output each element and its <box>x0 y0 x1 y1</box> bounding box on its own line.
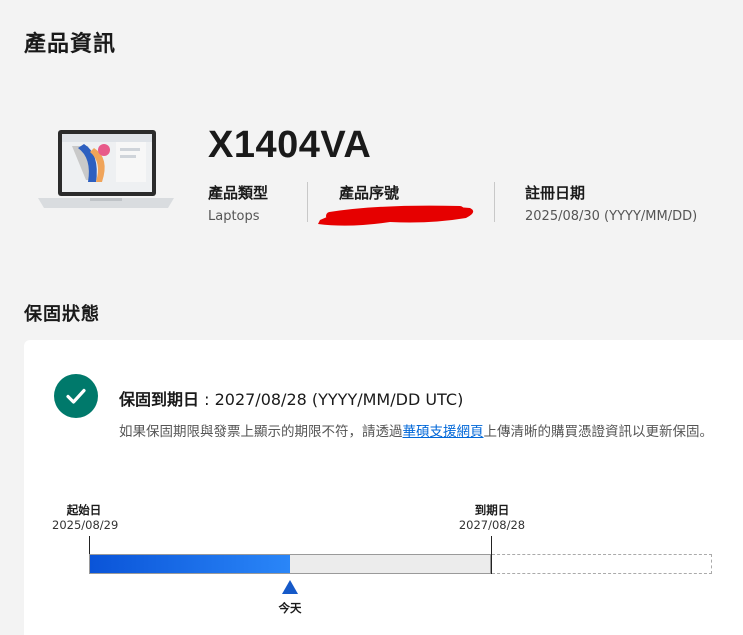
timeline-extension <box>492 554 712 574</box>
product-info-page: 產品資訊 X1404VA 產品類型 Laptops 產品序號 註冊日期 2025… <box>0 0 743 635</box>
product-type: 產品類型 Laptops <box>208 182 269 224</box>
timeline-end-date: 2027/08/28 <box>458 518 526 532</box>
asus-support-link[interactable]: 華碩支援網頁 <box>403 424 484 440</box>
timeline-end-label: 到期日 <box>474 503 510 517</box>
registration-date-value: 2025/08/30 (YYYY/MM/DD) <box>525 209 698 224</box>
divider <box>307 182 308 222</box>
timeline-end: 到期日 2027/08/28 <box>456 502 528 532</box>
warranty-note-text: 如果保固期限與發票上顯示的期限不符，請透過 <box>119 424 403 440</box>
divider <box>494 182 495 222</box>
redaction-mark <box>318 205 474 226</box>
page-title: 產品資訊 <box>24 32 117 57</box>
warranty-timeline-track <box>89 554 491 574</box>
warranty-expiry-value: : 2027/08/28 (YYYY/MM/DD UTC) <box>204 390 464 409</box>
warranty-elapsed-bar <box>90 555 290 573</box>
registration-date-label: 註冊日期 <box>525 184 586 202</box>
registration-date: 註冊日期 2025/08/30 (YYYY/MM/DD) <box>525 182 698 224</box>
check-circle-icon <box>54 374 98 418</box>
product-type-value: Laptops <box>208 209 260 224</box>
today-label: 今天 <box>278 601 302 615</box>
warranty-expiry-label: 保固到期日 <box>119 390 200 409</box>
laptop-image <box>38 128 174 214</box>
warranty-section-title: 保固狀態 <box>24 304 100 325</box>
timeline-start-date: 2025/08/29 <box>52 518 119 532</box>
product-type-label: 產品類型 <box>208 184 269 202</box>
timeline-start-label: 起始日 <box>66 503 102 517</box>
warranty-expiry: 保固到期日 : 2027/08/28 (YYYY/MM/DD UTC) <box>119 386 463 410</box>
timeline-end-tick <box>491 536 492 574</box>
warranty-card: 保固到期日 : 2027/08/28 (YYYY/MM/DD UTC) 如果保固… <box>24 340 743 635</box>
warranty-note-text-end: 上傳清晰的購買憑證資訊以更新保固。 <box>483 424 714 440</box>
product-model: X1404VA <box>208 124 372 166</box>
timeline-start: 起始日 2025/08/29 <box>52 502 119 532</box>
warranty-note: 如果保固期限與發票上顯示的期限不符，請透過華碩支援網頁上傳清晰的購買憑證資訊以更… <box>119 422 719 442</box>
today-marker-icon <box>282 580 298 594</box>
